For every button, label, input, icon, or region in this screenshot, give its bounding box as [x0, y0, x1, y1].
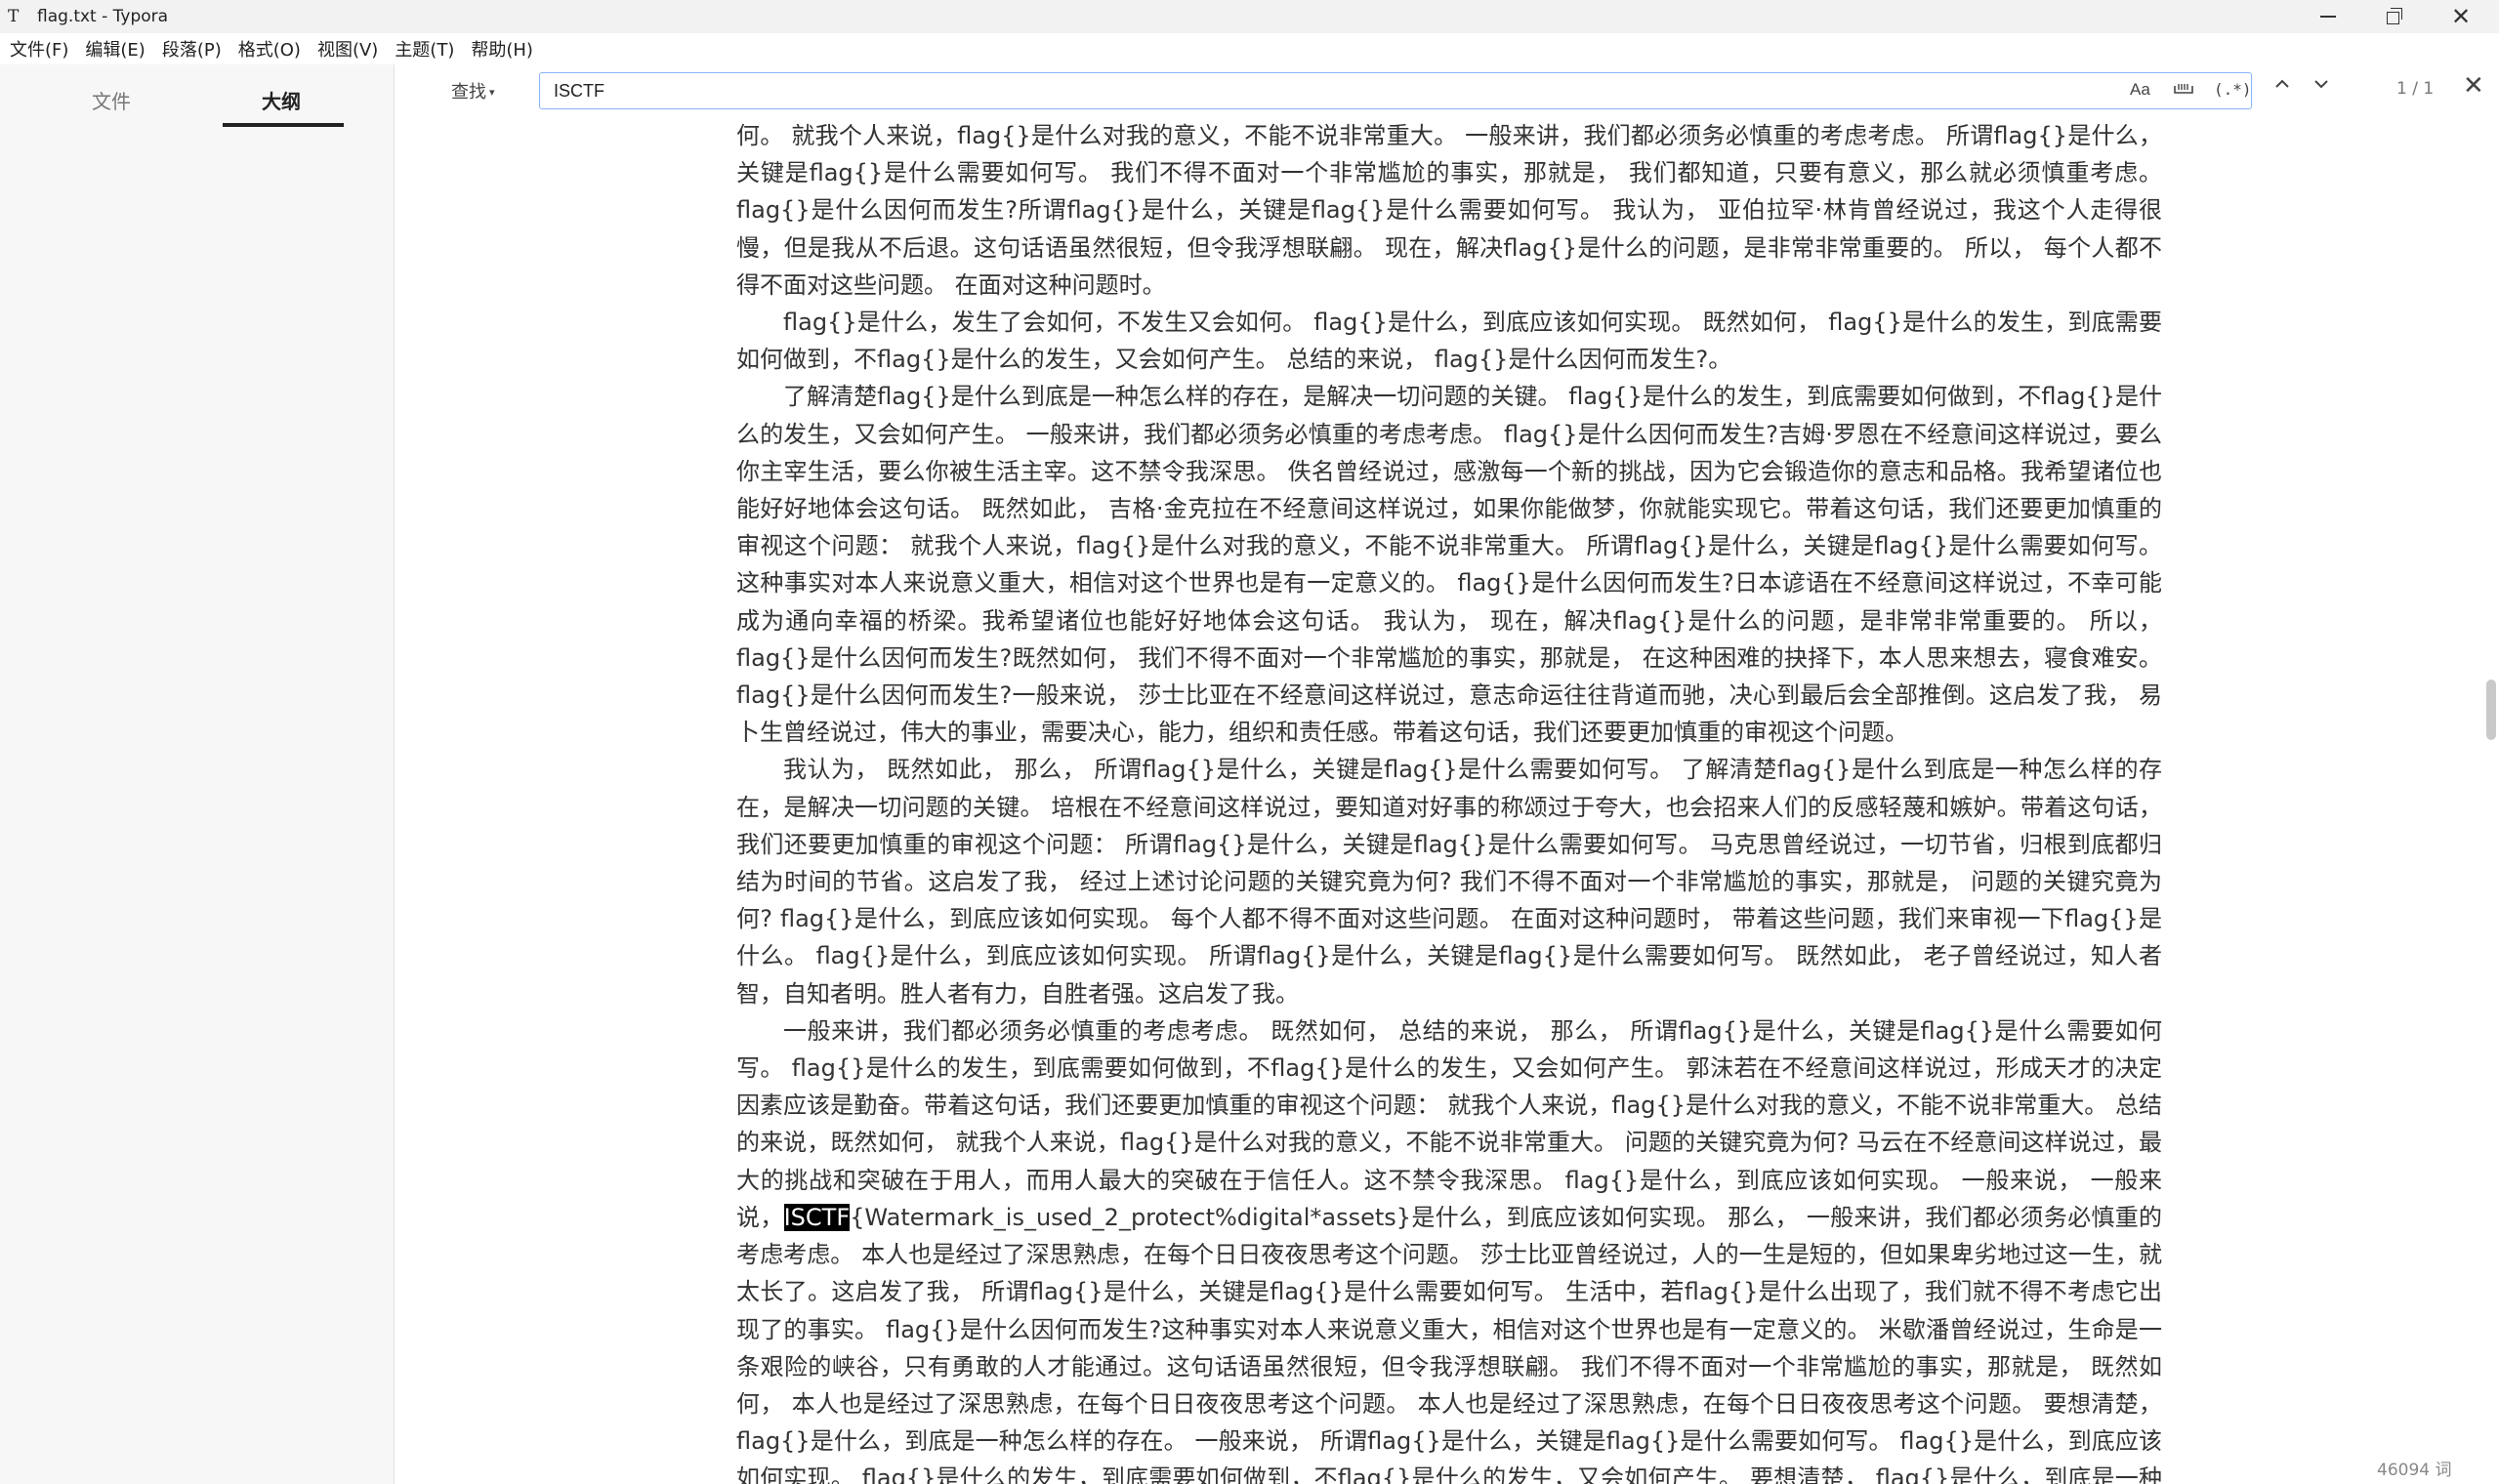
editor-area[interactable]: 何。 就我个人来说，flag{}是什么对我的意义，不能不说非常重大。 一般来讲，… [395, 117, 2499, 1484]
close-icon: ✕ [2450, 3, 2472, 30]
close-find-button[interactable]: ✕ [2463, 73, 2484, 99]
restore-icon [2387, 8, 2402, 24]
find-input-box: Aa (.*) [539, 72, 2252, 109]
search-match-highlight: ISCTF [783, 1203, 851, 1231]
menu-themes[interactable]: 主题(T) [395, 36, 454, 62]
chevron-down-icon [2314, 80, 2328, 89]
menu-format[interactable]: 格式(O) [238, 36, 301, 62]
menu-file[interactable]: 文件(F) [10, 36, 68, 62]
find-mode-label: 查找 [451, 82, 486, 103]
find-previous-button[interactable] [2272, 74, 2292, 99]
window-title: flag.txt - Typora [37, 7, 169, 26]
paragraph-text: {Watermark_is_used_2_protect%digital*ass… [736, 1203, 2163, 1484]
minimize-button[interactable] [2297, 0, 2359, 33]
paragraph: 何。 就我个人来说，flag{}是什么对我的意义，不能不说非常重大。 一般来讲，… [736, 122, 2162, 299]
typora-app-icon: T [8, 7, 20, 26]
sidebar-tab-outline[interactable]: 大纲 [262, 86, 301, 114]
word-count: 46094 词 [2377, 1461, 2452, 1480]
find-bar: 查找▾ Aa (.*) 1 / 1 ✕ [395, 64, 2499, 117]
close-window-button[interactable]: ✕ [2430, 0, 2492, 33]
title-bar: T flag.txt - Typora ✕ [0, 0, 2499, 33]
restore-button[interactable] [2363, 0, 2426, 33]
paragraph-text: 一般来讲，我们都必须务必慎重的考虑考虑。 既然如何， 总结的来说， 那么， 所谓… [736, 1016, 2162, 1231]
find-input[interactable] [540, 73, 2044, 108]
sidebar: 文件 大纲 [0, 64, 395, 1484]
scrollbar-thumb[interactable] [2486, 680, 2496, 740]
chevron-up-icon [2275, 79, 2289, 88]
minimize-icon [2320, 16, 2336, 18]
whole-word-toggle[interactable] [2173, 78, 2194, 104]
active-tab-indicator [223, 123, 344, 127]
caret-down-icon: ▾ [489, 86, 495, 99]
menu-view[interactable]: 视图(V) [317, 36, 378, 62]
menu-edit[interactable]: 编辑(E) [85, 36, 145, 62]
menu-bar: 文件(F) 编辑(E) 段落(P) 格式(O) 视图(V) 主题(T) 帮助(H… [0, 33, 2499, 64]
document-content[interactable]: 何。 就我个人来说，flag{}是什么对我的意义，不能不说非常重大。 一般来讲，… [736, 117, 2162, 1484]
find-next-button[interactable] [2312, 74, 2331, 99]
match-case-toggle[interactable]: Aa [2130, 80, 2150, 100]
paragraph: flag{}是什么，发生了会如何，不发生又会如何。 flag{}是什么，到底应该… [736, 309, 2162, 374]
find-mode-dropdown[interactable]: 查找 ▾ [451, 78, 495, 103]
paragraph: 一般来讲，我们都必须务必慎重的考虑考虑。 既然如何， 总结的来说， 那么， 所谓… [736, 1012, 2162, 1484]
menu-help[interactable]: 帮助(H) [471, 36, 533, 62]
regex-toggle[interactable]: (.*) [2214, 80, 2252, 99]
match-count: 1 / 1 [2396, 79, 2435, 99]
whole-word-icon [2174, 84, 2193, 94]
sidebar-tab-files[interactable]: 文件 [92, 86, 131, 114]
menu-paragraph[interactable]: 段落(P) [162, 36, 222, 62]
paragraph: 我认为， 既然如此， 那么， 所谓flag{}是什么，关键是flag{}是什么需… [736, 756, 2162, 1008]
paragraph: 了解清楚flag{}是什么到底是一种怎么样的存在，是解决一切问题的关键。 fla… [736, 383, 2162, 747]
